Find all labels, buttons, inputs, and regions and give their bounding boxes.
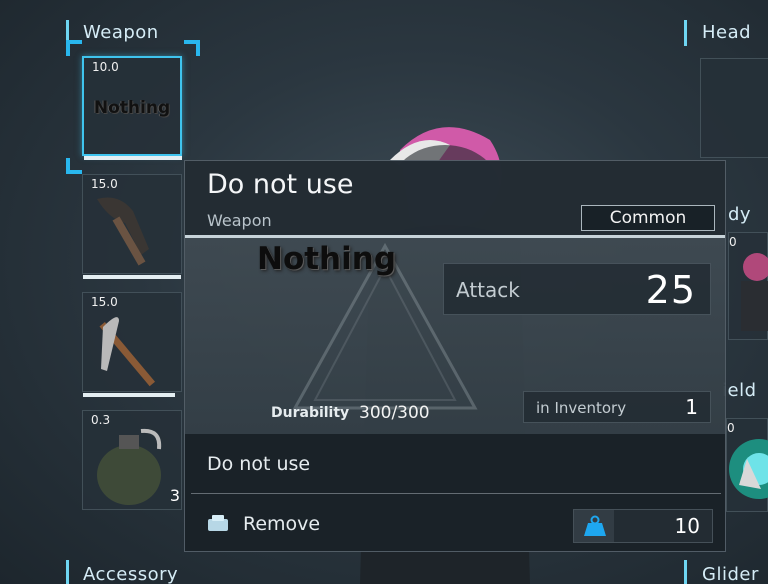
slot-durability-bar xyxy=(83,275,181,279)
accessory-section-title: Accessory xyxy=(83,564,179,584)
durability-value: 300/300 xyxy=(359,403,430,423)
weapon-slot-weight: 10.0 xyxy=(92,60,119,74)
weapon-section-title: Weapon xyxy=(83,22,159,43)
glider-section-title: Glider xyxy=(702,564,759,584)
selection-corner-top-right xyxy=(184,40,200,56)
slot-durability-bar xyxy=(83,393,175,397)
axe-icon xyxy=(97,197,149,266)
weapon-slot-3[interactable]: 15.0 xyxy=(82,292,182,397)
body-slot[interactable]: 0 xyxy=(728,232,768,340)
body-section-title: dy xyxy=(728,204,752,225)
item-name: Nothing xyxy=(257,241,397,277)
durability-label: Durability xyxy=(271,405,350,421)
item-count: 3 xyxy=(169,486,180,505)
pickaxe-icon xyxy=(99,317,156,387)
weapon-slot-1[interactable]: 10.0 Nothing xyxy=(82,56,182,160)
shield-icon xyxy=(729,439,768,499)
inventory-count: in Inventory 1 xyxy=(523,391,711,423)
accessory-section-marker xyxy=(66,560,69,584)
item-tooltip: Do not use Weapon Common Nothing Attack … xyxy=(184,160,726,552)
glider-section-marker xyxy=(684,560,687,584)
inventory-label: in Inventory xyxy=(536,399,627,417)
shield-slot[interactable]: 0 xyxy=(726,418,768,512)
item-description: Do not use xyxy=(207,453,311,475)
weight-icon-bg xyxy=(574,510,614,542)
attack-stat: Attack 25 xyxy=(443,263,711,315)
head-section-marker xyxy=(684,20,687,46)
selection-corner-bottom-left xyxy=(66,158,82,174)
head-section-title: Head xyxy=(702,22,752,43)
weapon-slot-label: Nothing xyxy=(93,98,171,118)
slot-durability-bar xyxy=(84,156,182,160)
item-weight: 10 xyxy=(573,509,713,543)
weapon-slot-2[interactable]: 15.0 xyxy=(82,174,182,279)
selection-corner-top-left xyxy=(66,40,82,56)
description-divider xyxy=(191,493,721,494)
head-slot[interactable] xyxy=(700,58,768,158)
weight-icon xyxy=(584,515,606,536)
attack-label: Attack xyxy=(456,278,520,302)
armor-icon xyxy=(741,253,768,331)
grenade-icon xyxy=(97,428,162,505)
inventory-value: 1 xyxy=(685,395,698,419)
item-title: Do not use xyxy=(207,169,354,200)
weight-value: 10 xyxy=(674,514,700,538)
weapon-slot-4[interactable]: 0.3 3 xyxy=(82,410,182,510)
rarity-badge: Common xyxy=(581,205,715,231)
shield-section-title: ield xyxy=(722,380,757,401)
attack-value: 25 xyxy=(645,268,696,312)
remove-icon[interactable] xyxy=(207,514,229,532)
remove-action[interactable]: Remove xyxy=(243,513,320,535)
item-category: Weapon xyxy=(207,211,272,230)
